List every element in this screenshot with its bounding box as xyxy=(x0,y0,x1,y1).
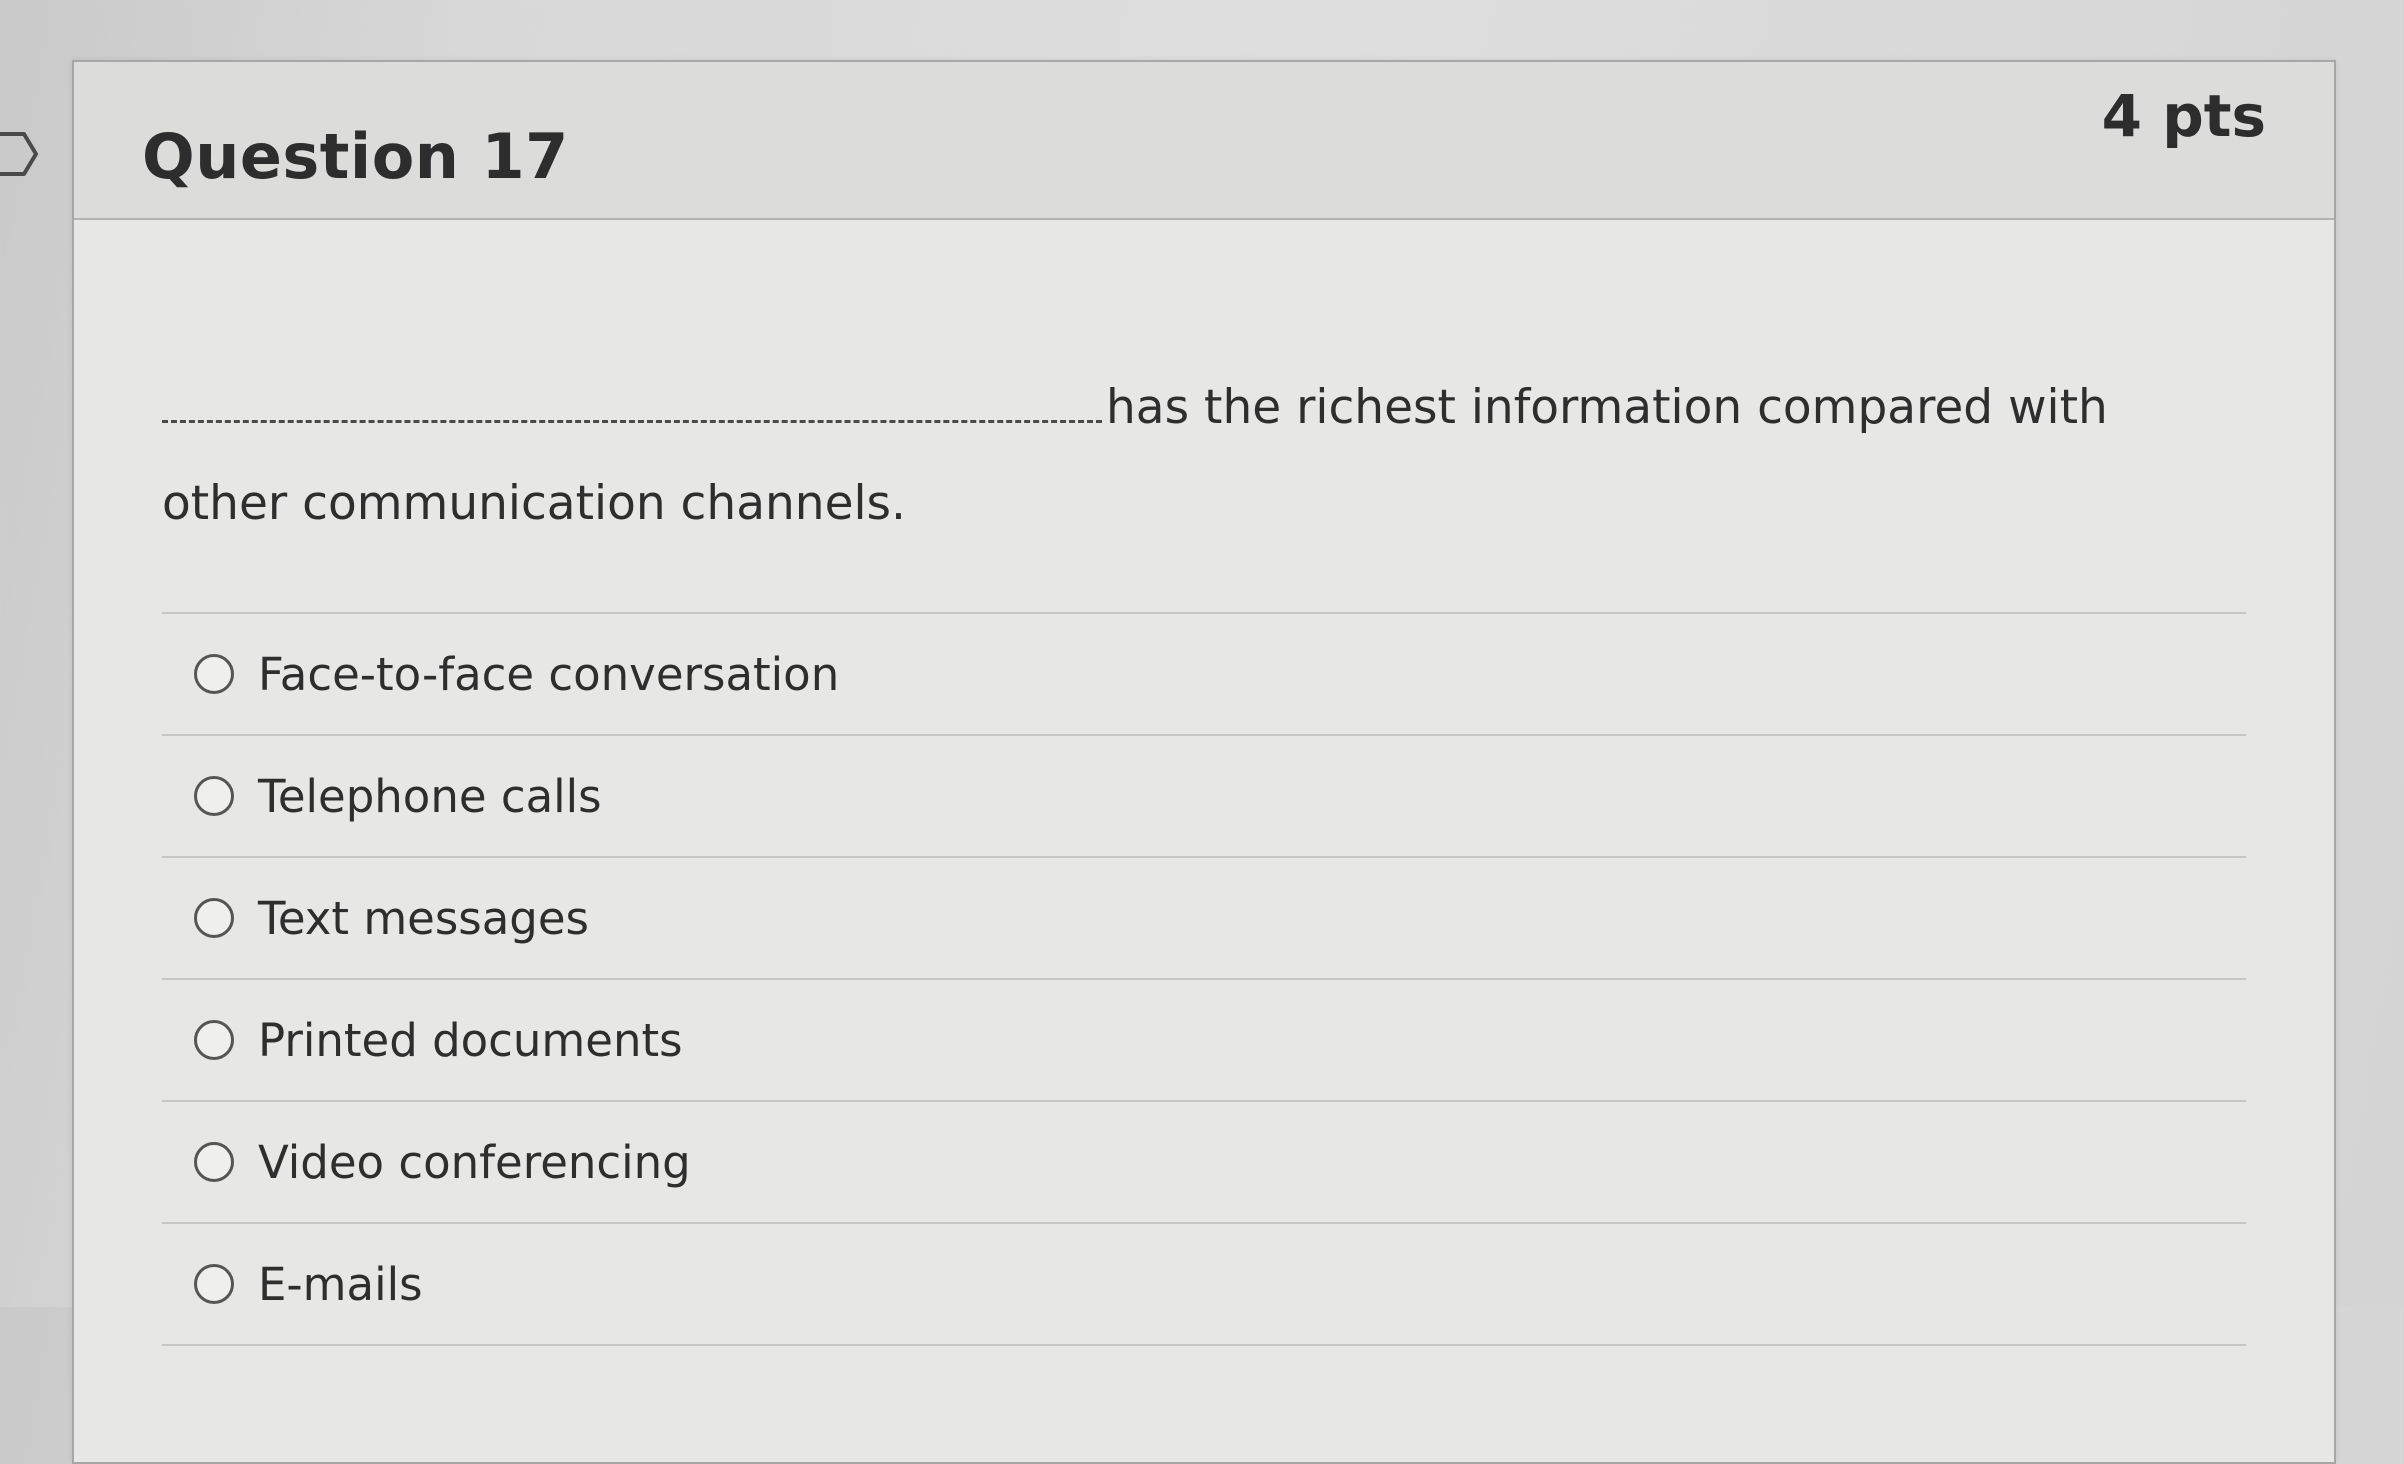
question-prompt-text: has the richest information compared wit… xyxy=(162,380,2108,531)
flag-question-icon[interactable] xyxy=(0,128,42,180)
answer-option[interactable]: Text messages xyxy=(162,858,2246,980)
question-prompt: has the richest information compared wit… xyxy=(162,220,2246,552)
answer-label: Text messages xyxy=(258,891,589,945)
fill-in-blank xyxy=(162,416,1102,423)
question-title: Question 17 xyxy=(142,120,569,193)
question-header: Question 17 4 pts xyxy=(74,62,2334,220)
answer-option[interactable]: Printed documents xyxy=(162,980,2246,1102)
question-body: has the richest information compared wit… xyxy=(74,220,2334,1346)
answer-list: Face-to-face conversation Telephone call… xyxy=(162,614,2246,1346)
radio-unchecked-icon[interactable] xyxy=(194,1264,234,1304)
radio-unchecked-icon[interactable] xyxy=(194,1142,234,1182)
radio-unchecked-icon[interactable] xyxy=(194,1020,234,1060)
answer-option[interactable]: Video conferencing xyxy=(162,1102,2246,1224)
answer-option[interactable]: Face-to-face conversation xyxy=(162,614,2246,736)
radio-unchecked-icon[interactable] xyxy=(194,654,234,694)
answer-label: Printed documents xyxy=(258,1013,683,1067)
answer-label: Face-to-face conversation xyxy=(258,647,840,701)
radio-unchecked-icon[interactable] xyxy=(194,898,234,938)
answer-label: E-mails xyxy=(258,1257,423,1311)
answer-option[interactable]: E-mails xyxy=(162,1224,2246,1346)
answer-label: Video conferencing xyxy=(258,1135,691,1189)
answer-option[interactable]: Telephone calls xyxy=(162,736,2246,858)
answer-label: Telephone calls xyxy=(258,769,602,823)
question-points: 4 pts xyxy=(2101,82,2266,150)
radio-unchecked-icon[interactable] xyxy=(194,776,234,816)
question-card: Question 17 4 pts has the richest inform… xyxy=(72,60,2336,1464)
